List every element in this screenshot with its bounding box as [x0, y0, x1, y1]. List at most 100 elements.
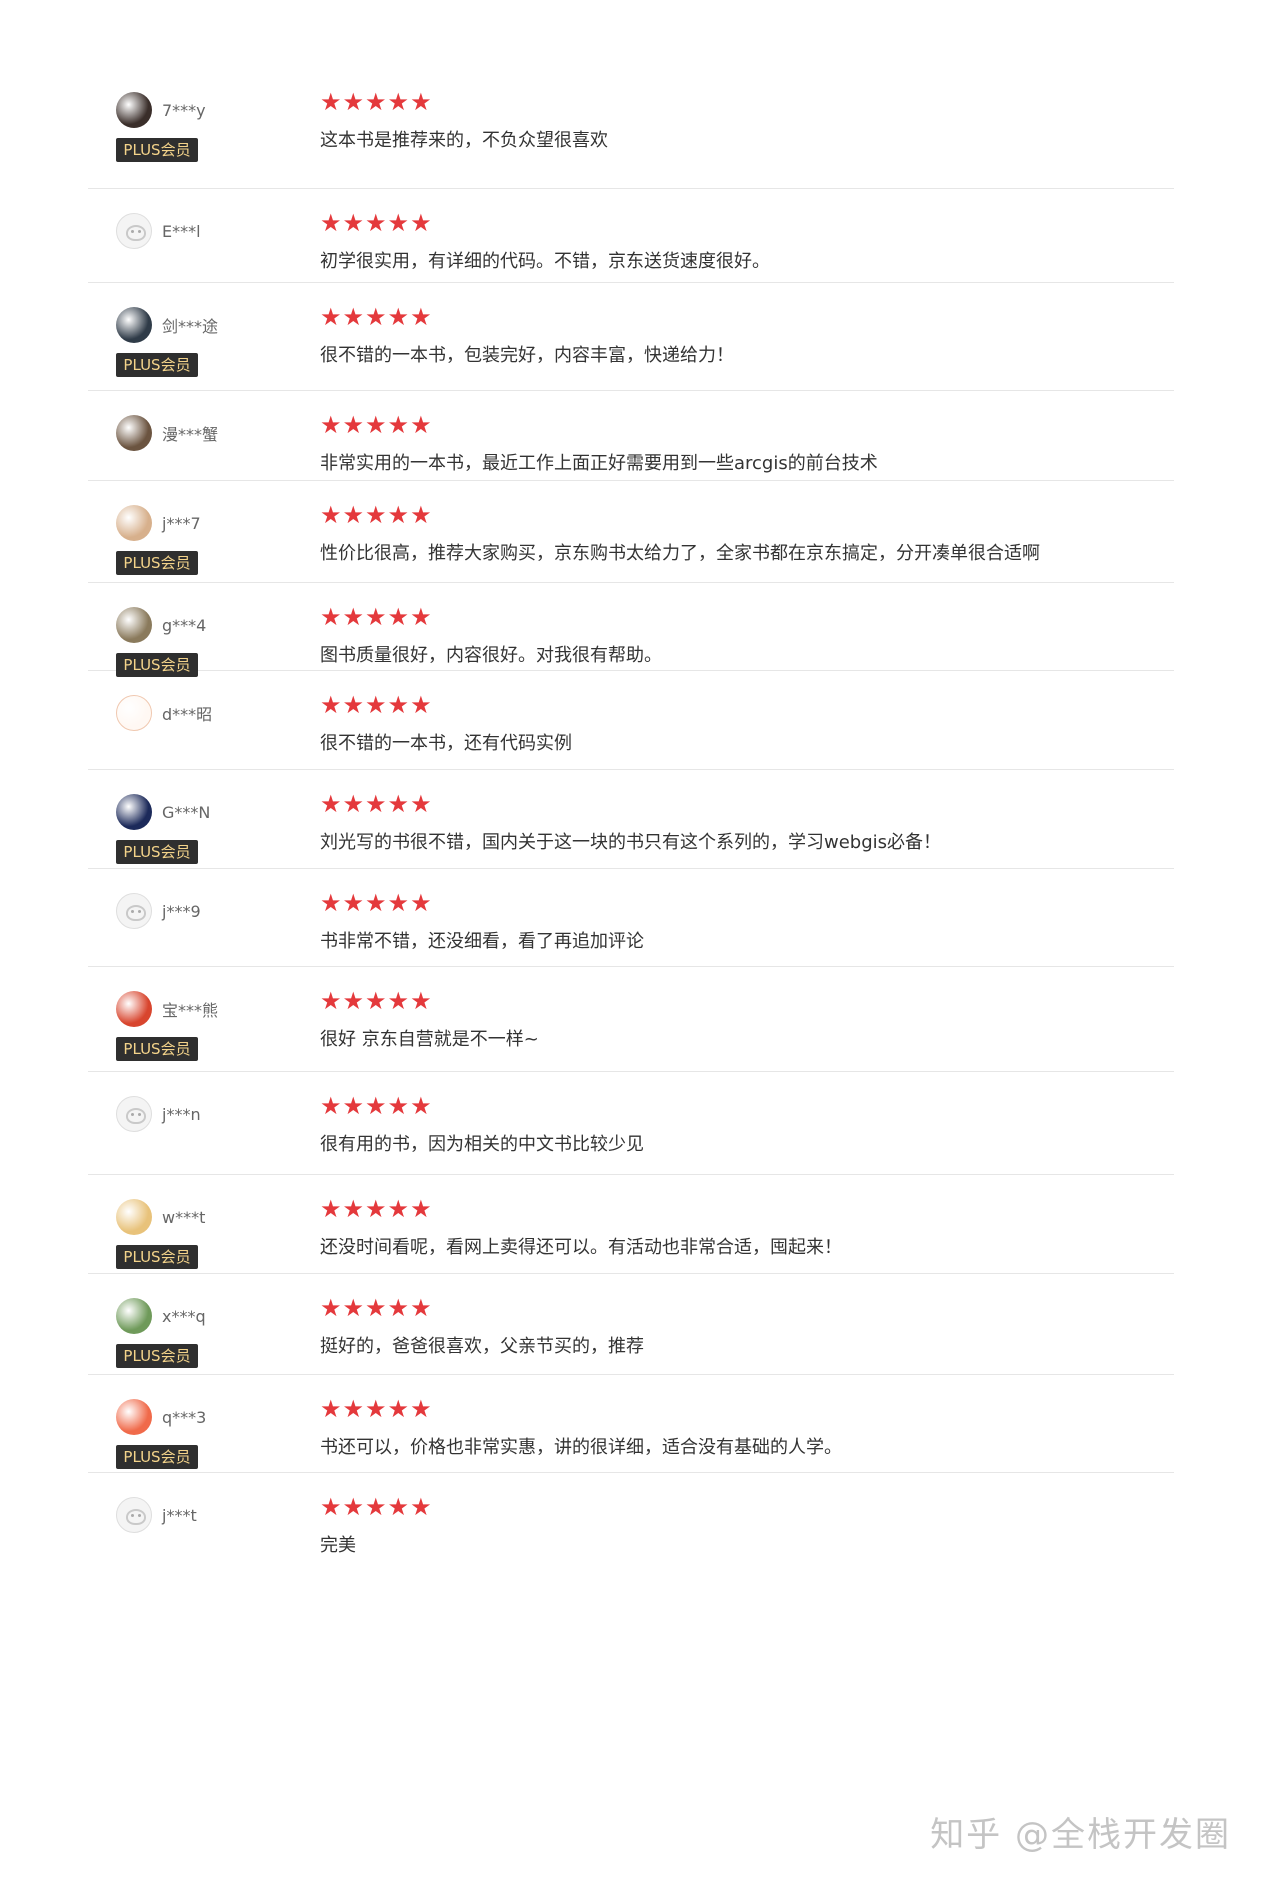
galaxy-photo-avatar[interactable]: [116, 794, 152, 830]
plus-member-badge: PLUS会员: [116, 138, 198, 162]
username: j***9: [162, 901, 201, 921]
review-text: 刘光写的书很不错，国内关于这一块的书只有这个系列的，学习webgis必备！: [320, 832, 942, 853]
review-content: ★★★★★ 书还可以，价格也非常实惠，讲的很详细，适合没有基础的人学。: [320, 1395, 1134, 1461]
photo-avatar[interactable]: [116, 1298, 152, 1334]
star-rating: ★★★★★: [320, 691, 433, 719]
review-item: d***昭 ★★★★★ 很不错的一本书，还有代码实例: [88, 671, 1174, 770]
review-item: j***7 PLUS会员 ★★★★★ 性价比很高，推荐大家购买，京东购书太给力了，全家…: [88, 481, 1174, 583]
review-text: 很好 京东自营就是不一样~: [320, 1029, 539, 1050]
review-user: j***9: [116, 893, 286, 929]
review-content: ★★★★★ 非常实用的一本书，最近工作上面正好需要用到一些arcgis的前台技术: [320, 411, 1134, 477]
review-text: 非常实用的一本书，最近工作上面正好需要用到一些arcgis的前台技术: [320, 453, 878, 474]
review-item: E***l ★★★★★ 初学很实用，有详细的代码。不错，京东送货速度很好。: [88, 189, 1174, 283]
review-user: 宝***熊 PLUS会员: [116, 991, 286, 1061]
review-content: ★★★★★ 这本书是推荐来的，不负众望很喜欢: [320, 88, 1134, 154]
username: E***l: [162, 221, 201, 241]
mail-icon-avatar[interactable]: [116, 1399, 152, 1435]
review-text: 这本书是推荐来的，不负众望很喜欢: [320, 130, 608, 151]
review-content: ★★★★★ 还没时间看呢，看网上卖得还可以。有活动也非常合适，囤起来！: [320, 1195, 1134, 1261]
review-item: 7***y PLUS会员 ★★★★★ 这本书是推荐来的，不负众望很喜欢: [88, 68, 1174, 189]
review-text: 很不错的一本书，包装完好，内容丰富，快递给力！: [320, 345, 734, 366]
watermark: 知乎 @全栈开发圈: [930, 1815, 1231, 1855]
default-avatar[interactable]: [116, 893, 152, 929]
review-text: 很有用的书，因为相关的中文书比较少见: [320, 1134, 644, 1155]
star-rating: ★★★★★: [320, 1493, 433, 1521]
review-item: j***t ★★★★★ 完美: [88, 1473, 1174, 1573]
review-user: E***l: [116, 213, 286, 249]
plus-member-badge: PLUS会员: [116, 1037, 198, 1061]
username: j***n: [162, 1104, 201, 1124]
review-user: w***t PLUS会员: [116, 1199, 286, 1269]
review-item: x***q PLUS会员 ★★★★★ 挺好的，爸爸很喜欢，父亲节买的，推荐: [88, 1274, 1174, 1375]
cartoon-avatar[interactable]: [116, 1199, 152, 1235]
review-text: 还没时间看呢，看网上卖得还可以。有活动也非常合适，囤起来！: [320, 1237, 842, 1258]
review-item: j***9 ★★★★★ 书非常不错，还没细看，看了再追加评论: [88, 869, 1174, 967]
star-rating: ★★★★★: [320, 88, 433, 116]
review-item: j***n ★★★★★ 很有用的书，因为相关的中文书比较少见: [88, 1072, 1174, 1175]
review-user: d***昭: [116, 695, 286, 731]
username: 剑***途: [162, 317, 219, 336]
girl-photo-avatar[interactable]: [116, 505, 152, 541]
dark-photo-avatar[interactable]: [116, 92, 152, 128]
review-item: 宝***熊 PLUS会员 ★★★★★ 很好 京东自营就是不一样~: [88, 967, 1174, 1072]
review-user: 剑***途 PLUS会员: [116, 307, 286, 377]
default-avatar[interactable]: [116, 1497, 152, 1533]
plus-member-badge: PLUS会员: [116, 840, 198, 864]
default-avatar[interactable]: [116, 1096, 152, 1132]
plus-member-badge: PLUS会员: [116, 1344, 198, 1368]
review-user: g***4 PLUS会员: [116, 607, 286, 677]
default-avatar[interactable]: [116, 213, 152, 249]
cartoon-avatar[interactable]: [116, 991, 152, 1027]
photo-avatar[interactable]: [116, 607, 152, 643]
star-rating: ★★★★★: [320, 501, 433, 529]
plus-member-badge: PLUS会员: [116, 1445, 198, 1469]
review-text: 图书质量很好，内容很好。对我很有帮助。: [320, 645, 662, 666]
review-content: ★★★★★ 挺好的，爸爸很喜欢，父亲节买的，推荐: [320, 1294, 1134, 1360]
review-user: j***n: [116, 1096, 286, 1132]
review-text: 性价比很高，推荐大家购买，京东购书太给力了，全家书都在京东搞定，分开凑单很合适啊: [320, 543, 1040, 564]
review-text: 初学很实用，有详细的代码。不错，京东送货速度很好。: [320, 251, 770, 272]
username: q***3: [162, 1407, 207, 1427]
username: d***昭: [162, 705, 213, 724]
review-content: ★★★★★ 很不错的一本书，包装完好，内容丰富，快递给力！: [320, 303, 1134, 369]
star-rating: ★★★★★: [320, 987, 433, 1015]
plus-member-badge: PLUS会员: [116, 551, 198, 575]
review-item: G***N PLUS会员 ★★★★★ 刘光写的书很不错，国内关于这一块的书只有这个系列…: [88, 770, 1174, 869]
plus-member-badge: PLUS会员: [116, 1245, 198, 1269]
review-user: 漫***蟹: [116, 415, 286, 451]
review-content: ★★★★★ 很不错的一本书，还有代码实例: [320, 691, 1134, 757]
star-rating: ★★★★★: [320, 790, 433, 818]
username: G***N: [162, 802, 211, 822]
review-content: ★★★★★ 书非常不错，还没细看，看了再追加评论: [320, 889, 1134, 955]
review-item: 剑***途 PLUS会员 ★★★★★ 很不错的一本书，包装完好，内容丰富，快递给力！: [88, 283, 1174, 391]
star-rating: ★★★★★: [320, 1294, 433, 1322]
dark-photo-avatar[interactable]: [116, 307, 152, 343]
review-content: ★★★★★ 性价比很高，推荐大家购买，京东购书太给力了，全家书都在京东搞定，分开凑…: [320, 501, 1134, 567]
username: 7***y: [162, 100, 206, 120]
star-rating: ★★★★★: [320, 1195, 433, 1223]
star-rating: ★★★★★: [320, 411, 433, 439]
username: j***t: [162, 1505, 197, 1525]
review-text: 书还可以，价格也非常实惠，讲的很详细，适合没有基础的人学。: [320, 1437, 842, 1458]
review-user: j***t: [116, 1497, 286, 1533]
review-content: ★★★★★ 完美: [320, 1493, 1134, 1559]
review-list: 7***y PLUS会员 ★★★★★ 这本书是推荐来的，不负众望很喜欢 E***l ★★★…: [88, 68, 1174, 1573]
plus-member-badge: PLUS会员: [116, 353, 198, 377]
review-content: ★★★★★ 刘光写的书很不错，国内关于这一块的书只有这个系列的，学习webgis必…: [320, 790, 1134, 856]
star-rating: ★★★★★: [320, 209, 433, 237]
username: 宝***熊: [162, 1001, 219, 1020]
username: g***4: [162, 615, 207, 635]
photo-avatar[interactable]: [116, 415, 152, 451]
review-user: x***q PLUS会员: [116, 1298, 286, 1368]
review-content: ★★★★★ 图书质量很好，内容很好。对我很有帮助。: [320, 603, 1134, 669]
review-item: w***t PLUS会员 ★★★★★ 还没时间看呢，看网上卖得还可以。有活动也非常合适…: [88, 1175, 1174, 1274]
review-text: 很不错的一本书，还有代码实例: [320, 733, 572, 754]
star-rating: ★★★★★: [320, 603, 433, 631]
cat-avatar[interactable]: [116, 695, 152, 731]
review-item: g***4 PLUS会员 ★★★★★ 图书质量很好，内容很好。对我很有帮助。: [88, 583, 1174, 677]
review-content: ★★★★★ 初学很实用，有详细的代码。不错，京东送货速度很好。: [320, 209, 1134, 275]
username: j***7: [162, 513, 201, 533]
review-content: ★★★★★ 很好 京东自营就是不一样~: [320, 987, 1134, 1053]
username: 漫***蟹: [162, 425, 219, 444]
star-rating: ★★★★★: [320, 303, 433, 331]
